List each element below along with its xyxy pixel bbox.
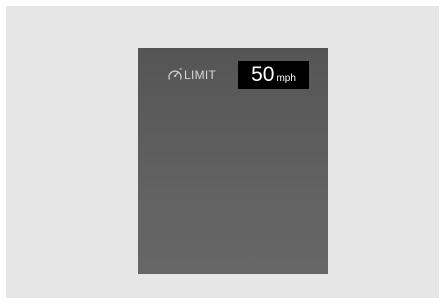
speed-unit: mph [276,73,296,84]
instrument-display: LIMIT 50 mph [138,48,328,274]
speed-limit-value: 50 [251,63,275,86]
speed-limit-value-box: 50 mph [238,61,309,89]
speedometer-limit-icon [167,68,183,82]
outer-panel: LIMIT 50 mph [6,6,439,298]
speed-limit-indicator: LIMIT [167,68,216,82]
limit-label: LIMIT [184,68,217,82]
